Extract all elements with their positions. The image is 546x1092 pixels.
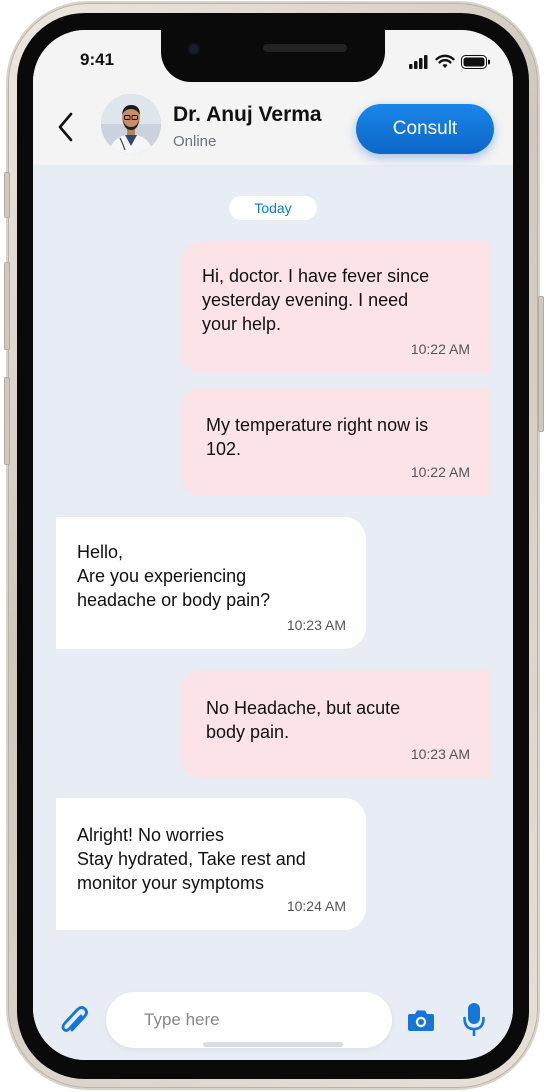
paperclip-icon[interactable]: [59, 1004, 89, 1038]
camera-icon[interactable]: [407, 1008, 435, 1032]
status-time: 9:41: [80, 50, 115, 69]
speaker-grille: [263, 44, 347, 52]
message-text: Alright! No worries Stay hydrated, Take …: [77, 825, 306, 893]
message-text: Hello, Are you experiencing headache or …: [77, 542, 271, 610]
battery-icon: [461, 54, 490, 69]
volume-up-button: [4, 262, 10, 350]
doctor-portrait-icon: [101, 94, 161, 154]
microphone-icon[interactable]: [462, 1002, 486, 1038]
message-bubble-incoming[interactable]: Hello, Are you experiencing headache or …: [56, 517, 366, 649]
message-time: 10:23 AM: [286, 617, 346, 633]
message-time: 10:22 AM: [410, 341, 470, 357]
message-bubble-outgoing[interactable]: My temperature right now is 102. 10:22 A…: [180, 388, 490, 496]
power-button: [538, 296, 544, 432]
date-divider: Today: [229, 196, 317, 220]
silent-switch: [4, 172, 10, 218]
doctor-avatar[interactable]: [101, 94, 161, 154]
app-screen: 9:41 Dr. Anuj Verma Online Consult Today…: [33, 30, 513, 1060]
signal-icon: [409, 54, 428, 69]
doctor-name: Dr. Anuj Verma: [173, 103, 322, 126]
doctor-online-status: Online: [173, 133, 217, 150]
back-arrow-icon[interactable]: [55, 110, 77, 144]
message-time: 10:24 AM: [286, 898, 346, 914]
home-indicator: [203, 1042, 343, 1047]
notch: [161, 30, 385, 82]
consult-button[interactable]: Consult: [356, 104, 494, 154]
message-bubble-incoming[interactable]: Alright! No worries Stay hydrated, Take …: [56, 798, 366, 930]
message-text: My temperature right now is 102.: [206, 415, 429, 459]
wifi-icon: [435, 54, 455, 68]
message-time: 10:22 AM: [410, 464, 470, 480]
message-time: 10:23 AM: [410, 746, 470, 762]
message-text: Hi, doctor. I have fever since yesterday…: [202, 266, 430, 334]
message-bubble-outgoing[interactable]: No Headache, but acute body pain. 10:23 …: [180, 670, 490, 778]
front-camera: [188, 43, 200, 55]
message-text: No Headache, but acute body pain.: [206, 698, 401, 742]
status-icons: [409, 54, 491, 69]
message-bubble-outgoing[interactable]: Hi, doctor. I have fever since yesterday…: [180, 241, 490, 373]
message-input[interactable]: [106, 992, 392, 1048]
volume-down-button: [4, 377, 10, 465]
